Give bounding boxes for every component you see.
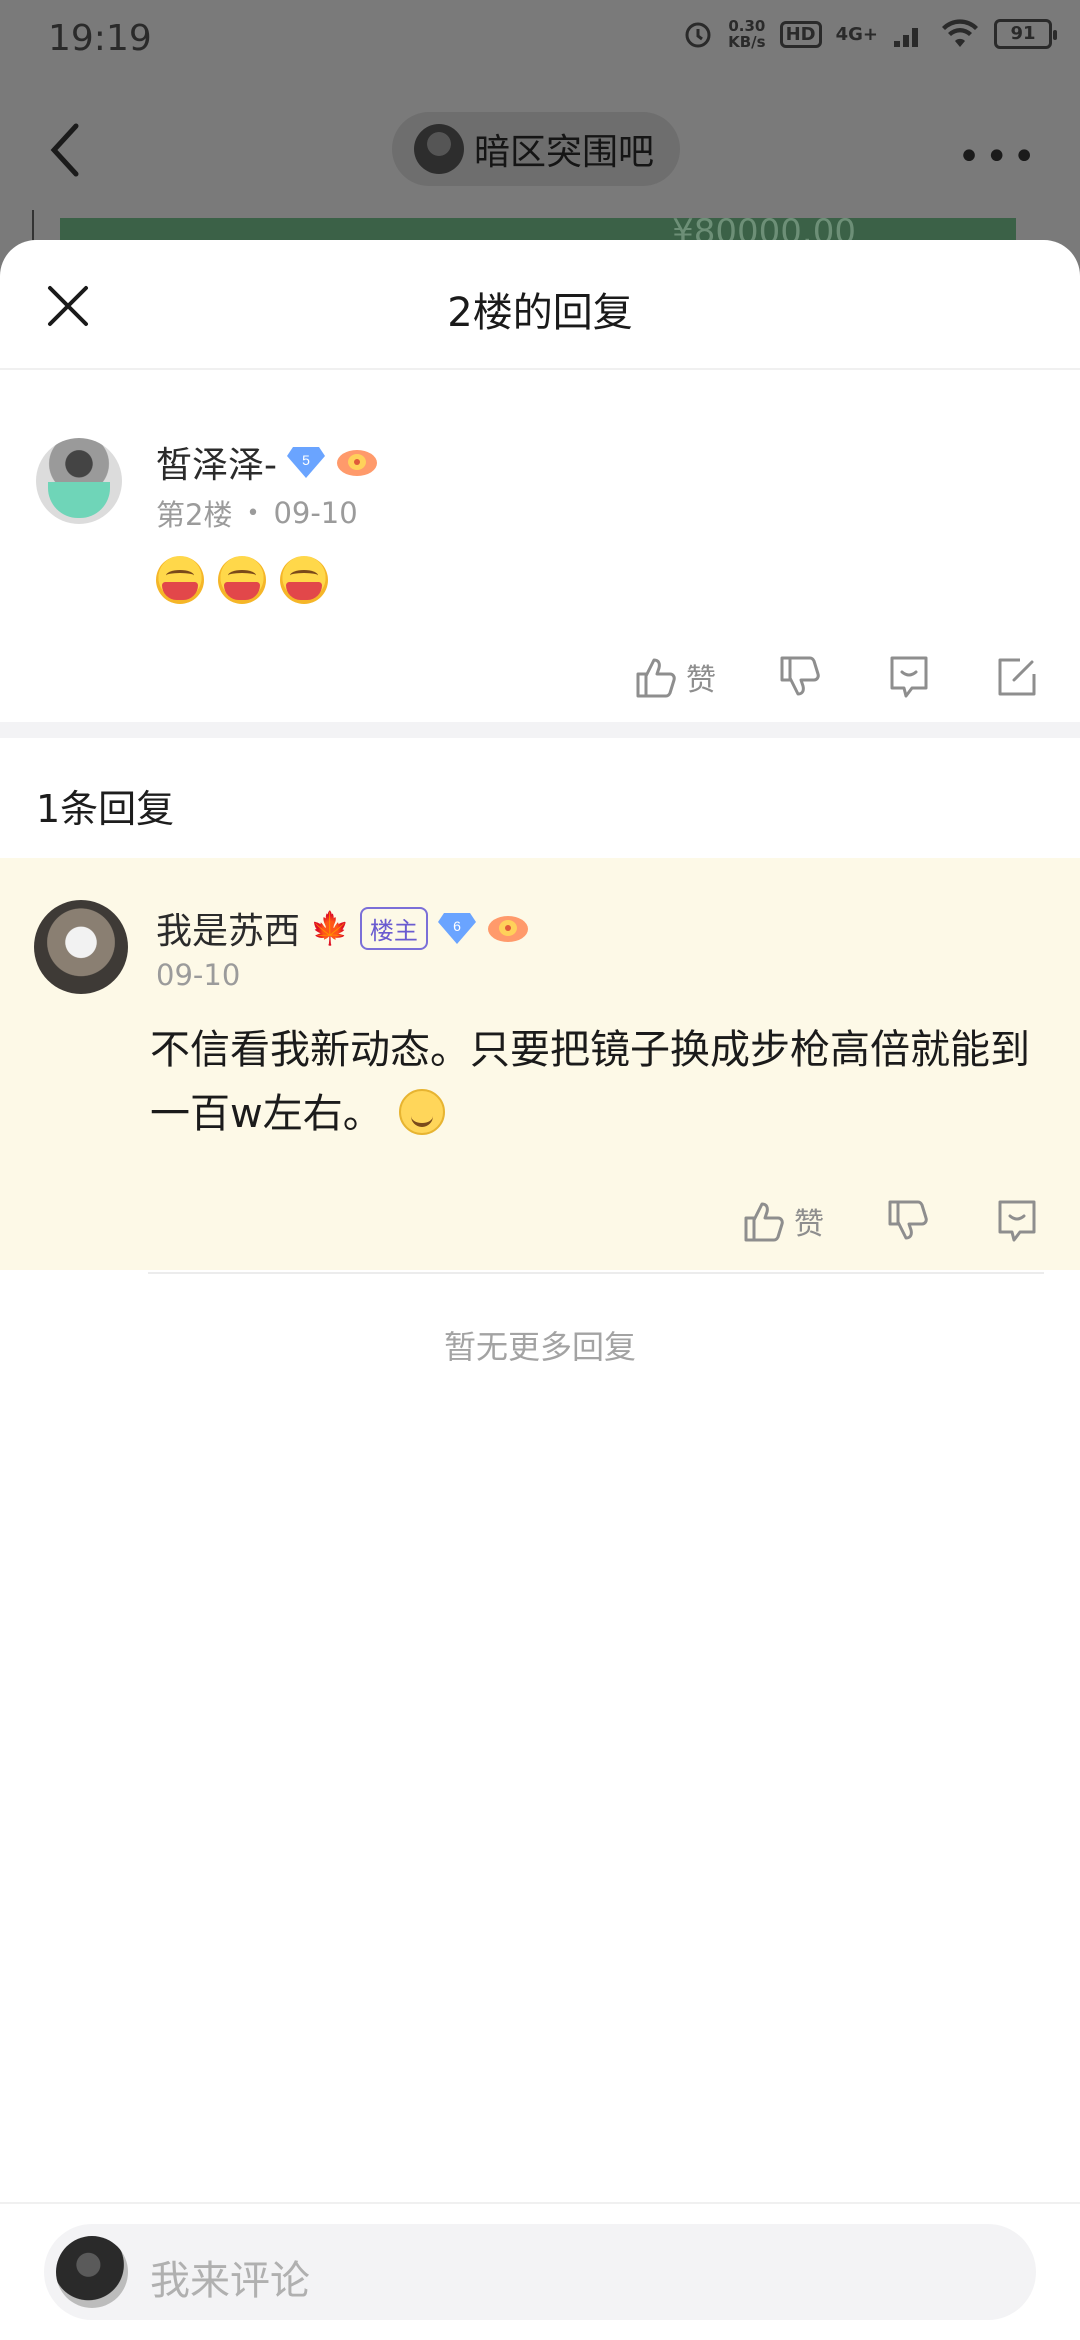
- main-post: 皙泽泽- 5 第2楼 • 09-10 赞: [0, 370, 1080, 722]
- reply-text-content: 不信看我新动态。只要把镜子换成步枪高倍就能到一百w左右。: [150, 1027, 1030, 1137]
- network-type: 4G+: [835, 23, 878, 45]
- drooling-emoji-icon: [156, 556, 204, 604]
- reply-date-line: 09-10: [156, 958, 240, 992]
- post-emoji-content: [156, 556, 328, 604]
- sheet-header: 2楼的回复: [0, 240, 1080, 370]
- level-badge-icon: 5: [287, 447, 325, 478]
- username[interactable]: 我是苏西: [156, 902, 300, 954]
- dislike-button[interactable]: [886, 1198, 932, 1244]
- signal-icon: [894, 28, 918, 47]
- reply-sheet: 2楼的回复 皙泽泽- 5 第2楼 • 09-10 赞 1条回复 我是苏西 🍁 楼…: [0, 240, 1080, 2340]
- divider: [148, 1272, 1044, 1274]
- level-badge-icon: 6: [437, 913, 476, 944]
- user-line: 皙泽泽- 5: [156, 436, 379, 488]
- user-line: 我是苏西 🍁 楼主 6: [156, 902, 530, 954]
- forum-name: 暗区突围吧: [474, 132, 655, 173]
- reply-actions: 赞: [680, 1198, 1040, 1244]
- avatar[interactable]: [36, 438, 122, 524]
- reply-item[interactable]: 我是苏西 🍁 楼主 6 09-10 不信看我新动态。只要把镜子换成步枪高倍就能到…: [0, 858, 1080, 1270]
- reply-count: 1条回复: [36, 787, 175, 831]
- like-button[interactable]: 赞: [634, 654, 716, 700]
- thumbs-up-icon: [744, 1202, 784, 1242]
- status-bar: 19:19 0.30 KB/s HD 4G+ 91: [0, 0, 1080, 84]
- wifi-icon: [942, 19, 978, 47]
- reply-button[interactable]: [886, 654, 932, 700]
- dislike-button[interactable]: [778, 654, 824, 700]
- avatar[interactable]: [34, 900, 128, 994]
- net-speed: 0.30 KB/s: [728, 17, 766, 51]
- my-avatar: [56, 2236, 128, 2308]
- status-time: 19:19: [48, 18, 152, 59]
- svg-text:6: 6: [453, 918, 461, 934]
- svg-text:5: 5: [302, 452, 310, 468]
- drooling-emoji-icon: [280, 556, 328, 604]
- section-gap: [0, 722, 1080, 738]
- comment-icon: [890, 656, 928, 698]
- status-icons: 0.30 KB/s HD 4G+ 91: [682, 17, 1057, 51]
- meta-dot: •: [246, 500, 260, 526]
- battery-icon: 91: [994, 19, 1057, 49]
- grin-emoji-icon: [398, 1089, 445, 1135]
- forum-pill[interactable]: 暗区突围吧: [392, 112, 681, 186]
- bottom-bar: 我来评论: [0, 2202, 1080, 2340]
- post-meta: 第2楼 • 09-10: [156, 492, 358, 534]
- sheet-title: 2楼的回复: [447, 290, 633, 336]
- op-badge: 楼主: [359, 906, 428, 950]
- like-button[interactable]: 赞: [742, 1198, 824, 1244]
- drooling-emoji-icon: [218, 556, 266, 604]
- thumbs-up-icon: [636, 658, 676, 698]
- game-badge-icon: [487, 916, 528, 942]
- top-nav: 暗区突围吧 •••: [0, 110, 1080, 190]
- more-icon[interactable]: •••: [957, 134, 1040, 180]
- post-date: 09-10: [273, 496, 358, 530]
- post-actions: 赞: [572, 654, 1040, 700]
- thumbs-down-icon: [780, 656, 820, 696]
- hd-icon: HD: [779, 20, 822, 48]
- comment-input[interactable]: 我来评论: [44, 2224, 1036, 2320]
- floor-label: 第2楼: [156, 498, 233, 532]
- edit-button[interactable]: [994, 654, 1040, 700]
- username[interactable]: 皙泽泽-: [156, 436, 277, 488]
- like-label: 赞: [686, 663, 716, 698]
- no-more-replies: 暂无更多回复: [443, 1328, 636, 1366]
- game-badge-icon: [337, 450, 377, 476]
- back-arrow-icon[interactable]: [44, 122, 88, 178]
- comment-placeholder: 我来评论: [150, 2258, 310, 2304]
- reply-text: 不信看我新动态。只要把镜子换成步枪高倍就能到一百w左右。: [150, 1018, 1050, 1146]
- reply-button[interactable]: [994, 1198, 1040, 1244]
- alarm-icon: [685, 22, 711, 48]
- maple-leaf-icon: 🍁: [310, 909, 350, 947]
- edit-icon: [998, 658, 1036, 696]
- thumbs-down-icon: [888, 1200, 928, 1240]
- like-label: 赞: [794, 1207, 824, 1242]
- comment-icon: [998, 1200, 1036, 1242]
- reply-date: 09-10: [156, 958, 241, 992]
- forum-avatar: [414, 124, 464, 174]
